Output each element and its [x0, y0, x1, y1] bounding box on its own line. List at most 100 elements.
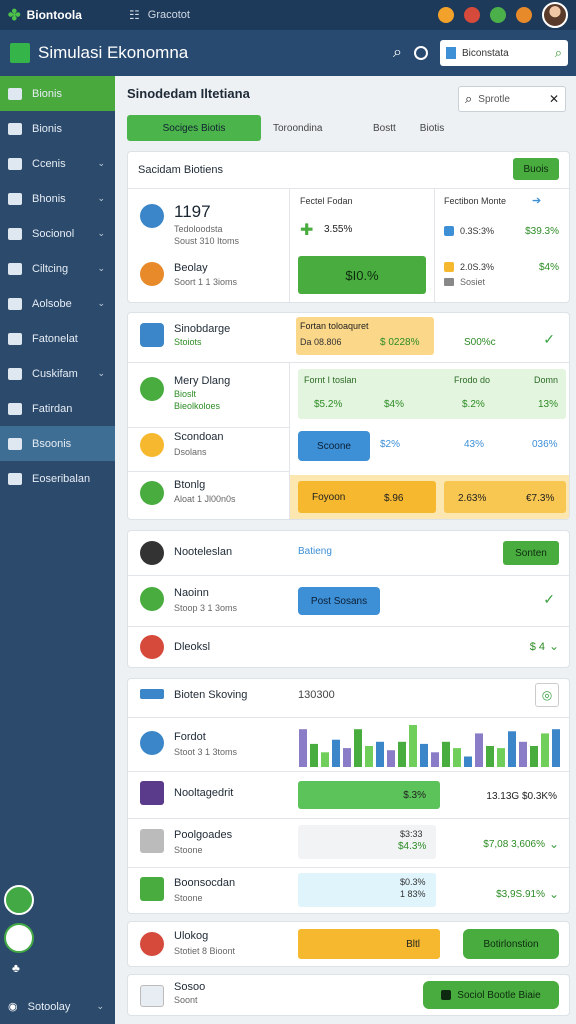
card3-r1-button[interactable]: Post Sosans	[298, 587, 380, 615]
sidebar-item-4[interactable]: Socionol ⌄	[0, 216, 115, 251]
app-header: Simulasi Ekonomna ⌕ Biconstata ⌕	[0, 30, 576, 76]
spark-bar	[475, 733, 483, 767]
sidebar-item-icon	[8, 437, 22, 450]
card3-button[interactable]: Sonten	[503, 541, 559, 565]
tab-1[interactable]: Toroondina	[261, 115, 361, 141]
puzzle-icon: ✚	[300, 222, 314, 239]
refresh-button[interactable]: ◎	[535, 683, 559, 707]
brand: Simulasi Ekonomna	[0, 43, 188, 63]
sidebar-item-7[interactable]: Fatonelat	[0, 321, 115, 356]
hl-right: S00%c	[464, 337, 496, 348]
message-icon[interactable]	[490, 7, 506, 23]
card4-r2-bar[interactable]: $.3%	[298, 781, 440, 809]
fab-secondary-button[interactable]	[4, 923, 34, 953]
tab-0[interactable]: Sociges Biotis	[127, 115, 261, 141]
sidebar-item-1[interactable]: Bionis	[0, 111, 115, 146]
card4-r4-right: $3,9S.91%	[496, 889, 545, 900]
sidebar-item-0[interactable]: Bionis	[0, 76, 115, 111]
card-title: Sacidam Biotiens	[138, 164, 223, 176]
sidebar-item-5[interactable]: Ciltcing ⌄	[0, 251, 115, 286]
sidebar-item-11[interactable]: Eoseribalan	[0, 461, 115, 496]
settings-icon[interactable]	[516, 7, 532, 23]
sidebar-item-icon	[8, 367, 22, 380]
card-action-button[interactable]: Buois	[513, 158, 559, 180]
sidebar-item-2[interactable]: Ccenis ⌄	[0, 146, 115, 181]
chevron-down-icon: ⌄	[97, 368, 105, 378]
hl-title: Fortan toloaquret	[300, 321, 369, 331]
check-icon[interactable]: ✓	[543, 591, 555, 608]
alert-icon[interactable]	[464, 7, 480, 23]
right-r1a: 0.3S:3%	[460, 226, 495, 236]
sidebar-bottom-item[interactable]: ◉ Sotoolay ⌄	[4, 989, 114, 1024]
tab-bar: Sociges Biotis Toroondina Bostt Biotis	[127, 115, 456, 141]
book-icon	[140, 587, 164, 611]
breadcrumb: ☷ Gracotot	[115, 8, 190, 22]
media-icon	[140, 985, 164, 1007]
sidebar-item-icon	[8, 157, 22, 170]
spark-bar	[420, 743, 428, 767]
sidebar-item-9[interactable]: Fatirdan	[0, 391, 115, 426]
card4-number: 130300	[298, 689, 335, 701]
card5-yellow-button[interactable]: Bltl	[298, 929, 440, 959]
card4-r3-label: Poolgoades	[174, 829, 233, 841]
check-icon[interactable]: ✓	[543, 331, 555, 348]
circle-icon[interactable]	[414, 46, 428, 60]
header-search[interactable]: Biconstata ⌕	[440, 40, 568, 66]
card5-green-button[interactable]: Botirlonstion	[463, 929, 559, 959]
app-name: Biontoola	[26, 8, 82, 22]
search-icon[interactable]: ⌕	[393, 44, 402, 62]
app-logo[interactable]: ✤ Biontoola	[0, 0, 115, 30]
sidebar-item-10[interactable]: Bsoonis	[0, 426, 115, 461]
card5-sub: Stotiet 8 Bioont	[174, 946, 236, 956]
search-input[interactable]: ⌕ Sprotle ✕	[458, 86, 566, 112]
fab-primary-button[interactable]	[4, 885, 34, 915]
spark-bar	[321, 752, 329, 767]
card4-title: Bioten Skoving	[174, 689, 248, 701]
person-icon	[140, 262, 164, 286]
chevron-down-icon: ⌄	[97, 298, 105, 308]
avatar[interactable]	[542, 2, 568, 28]
leaf-icon[interactable]: ♣	[4, 961, 114, 989]
spark-bar	[552, 729, 560, 767]
sidebar-item-8[interactable]: Cuskifam ⌄	[0, 356, 115, 391]
r1-sub2: Bieolkoloes	[174, 401, 221, 411]
main-content: Sinodedam Iltetiana ⌕ Sprotle ✕ Sociges …	[115, 76, 576, 1024]
card6-button[interactable]: Sociol Bootle Biaie	[423, 981, 559, 1009]
card3-link[interactable]: Batieng	[298, 546, 332, 557]
search-placeholder: Sprotle	[478, 93, 510, 105]
arrow-right-icon[interactable]: ➔	[532, 194, 541, 207]
sidebar-item-label: Cuskifam	[32, 367, 78, 380]
card3-r2-label: Dleoksl	[174, 641, 211, 653]
item2-label: Beolay	[174, 262, 208, 274]
chevron-down-icon[interactable]: ⌄	[549, 639, 559, 653]
sidebar-item-3[interactable]: Bhonis ⌄	[0, 181, 115, 216]
card4-r4-sub: Stoone	[174, 893, 203, 903]
r2-v1: $2%	[380, 439, 401, 450]
hl-sub: Da 08.806	[300, 337, 342, 347]
bell-icon[interactable]	[438, 7, 454, 23]
mid-big-button[interactable]: $I0.%	[298, 256, 426, 294]
chevron-down-icon[interactable]: ⌄	[549, 837, 559, 851]
breadcrumb-text: Gracotot	[147, 9, 190, 21]
sidebar-item-icon	[8, 472, 22, 485]
sidebar-item-label: Bsoonis	[32, 437, 72, 450]
close-icon[interactable]: ✕	[549, 92, 559, 106]
tab-2[interactable]: Bostt	[361, 115, 408, 141]
spark-bar	[354, 729, 362, 767]
globe-icon: ◉	[8, 1001, 18, 1013]
card5-label: Ulokog	[174, 930, 209, 942]
chevron-down-icon[interactable]: ⌄	[549, 887, 559, 901]
sidebar-item-6[interactable]: Aolsobe ⌄	[0, 286, 115, 321]
r3-button[interactable]: Foyoon	[298, 481, 436, 513]
tab-3[interactable]: Biotis	[408, 115, 456, 141]
grid-icon[interactable]: ☷	[129, 8, 140, 22]
sidebar-item-icon	[8, 297, 22, 310]
card4-r4-bar-value: 1 83%	[400, 889, 426, 899]
savings-card: Bioten Skoving 130300 ◎ Fordot Stoot 3 1…	[127, 678, 570, 914]
sidebar-item-label: Bionis	[32, 122, 62, 135]
card2-title-sub: Stoiots	[174, 337, 202, 347]
card4-r4-label: Boonsocdan	[174, 877, 236, 889]
search-icon[interactable]: ⌕	[555, 45, 562, 61]
r2-button[interactable]: Scoone	[298, 431, 370, 461]
spark-bar	[387, 750, 395, 767]
